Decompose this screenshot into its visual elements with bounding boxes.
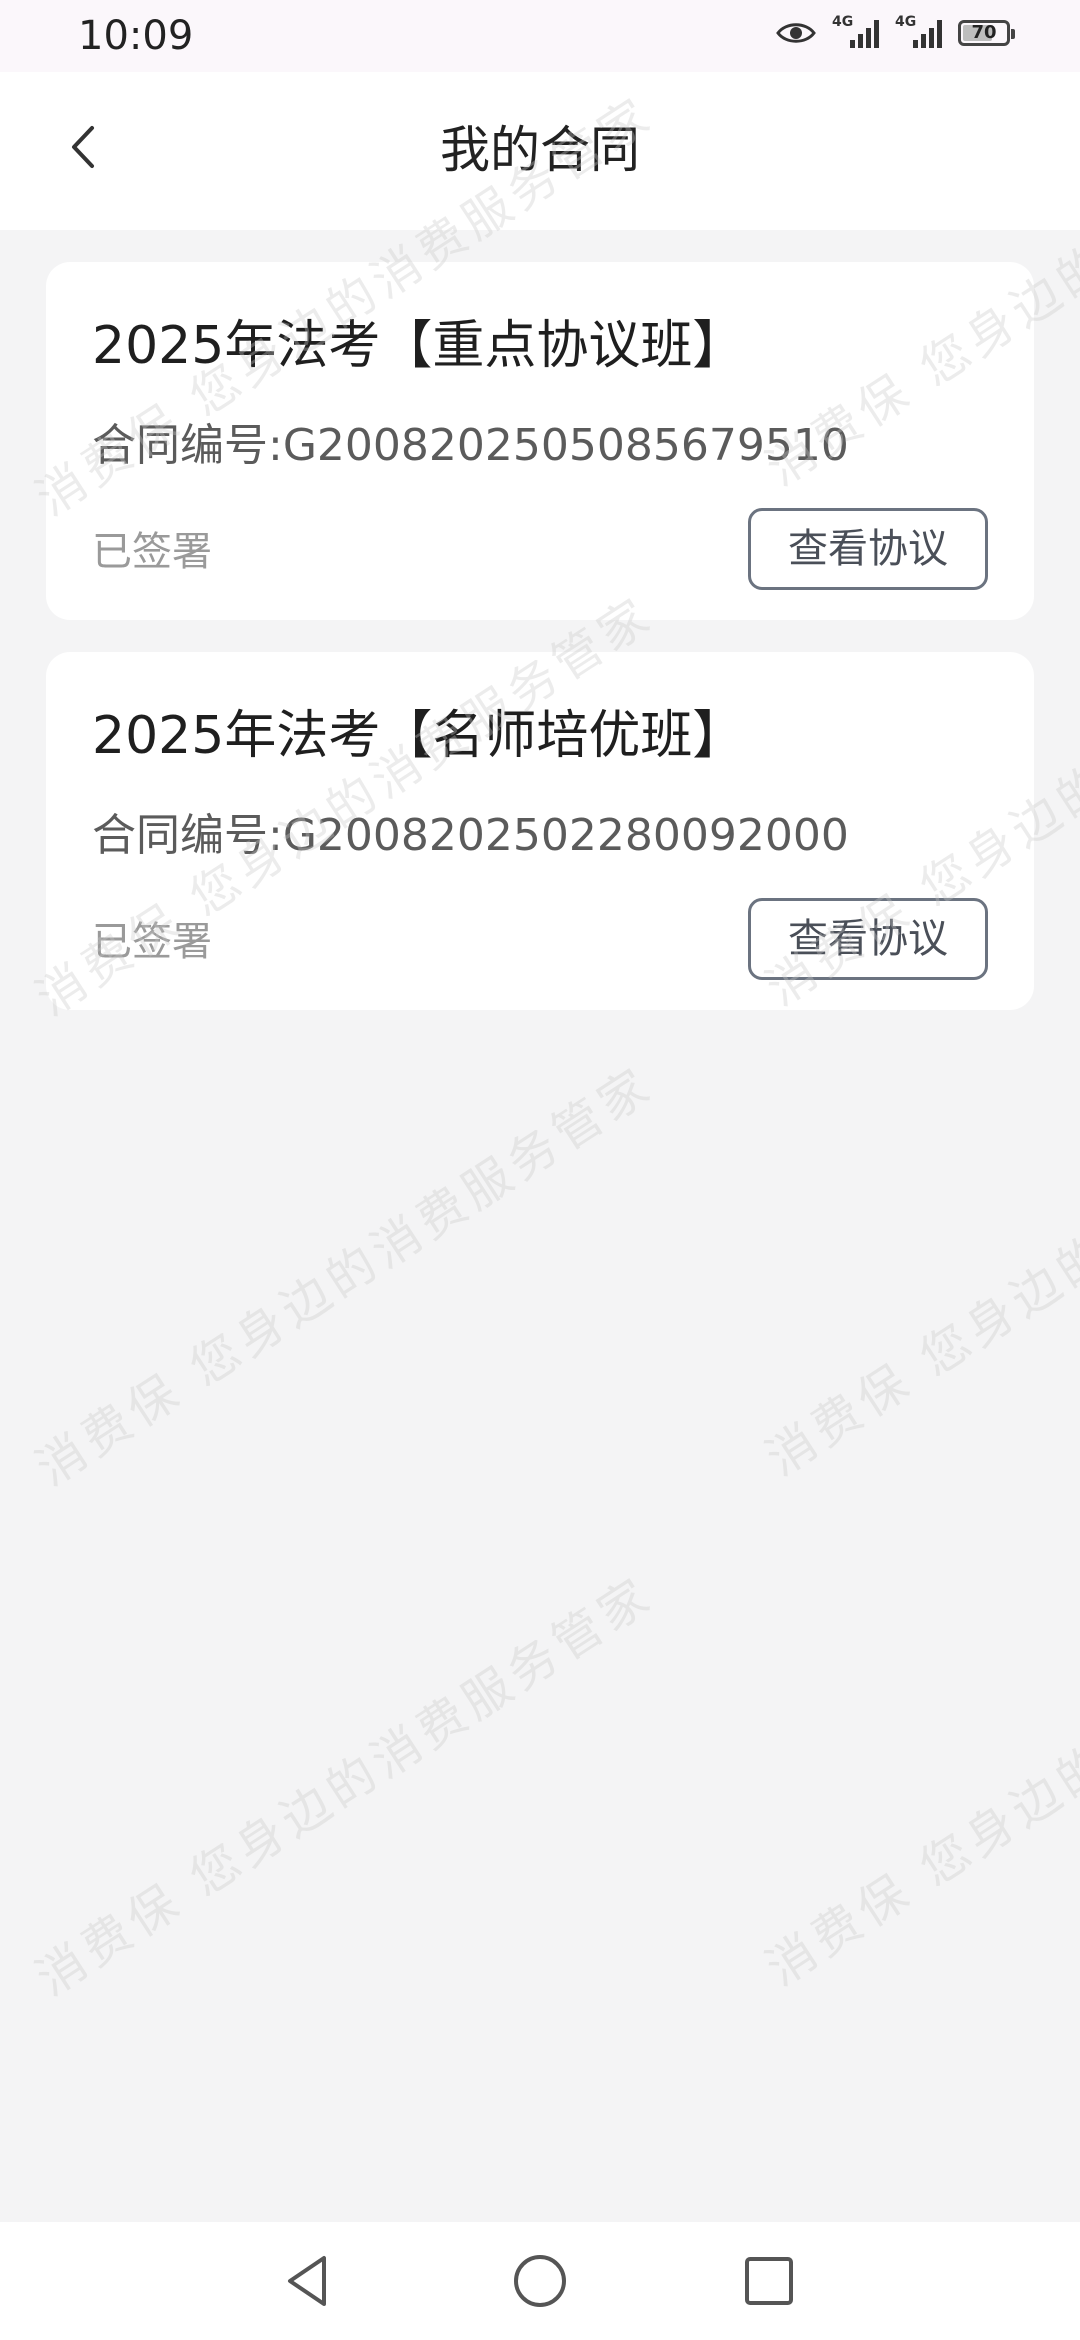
battery-level: 70 xyxy=(971,22,997,43)
nav-home-button[interactable] xyxy=(507,2248,573,2314)
nav-recent-button[interactable] xyxy=(736,2248,802,2314)
eye-icon xyxy=(776,23,816,43)
signal-icon-1: 4G xyxy=(832,14,879,48)
contract-title: 2025年法考【重点协议班】 xyxy=(92,316,745,376)
contract-card: 2025年法考【名师培优班】 合同编号:G2008202502280092000… xyxy=(46,652,1034,1010)
contract-number: 合同编号:G2008202505085679510 xyxy=(92,420,849,471)
status-bar: 10:09 4G 4G 70 xyxy=(0,0,1080,72)
watermark-text: 消费保 您身边的消费服务管家 xyxy=(756,1556,1080,1998)
contract-status: 已签署 xyxy=(92,529,212,575)
triangle-back-icon xyxy=(288,2256,326,2306)
status-time: 10:09 xyxy=(78,13,194,59)
nav-back-button[interactable] xyxy=(276,2248,342,2314)
circle-home-icon xyxy=(514,2255,566,2307)
square-recent-icon xyxy=(745,2257,793,2305)
watermark-text: 消费保 您身边的消费服务管家 xyxy=(26,1056,664,1498)
status-icons: 4G 4G 70 xyxy=(776,14,1015,48)
contract-card: 2025年法考【重点协议班】 合同编号:G2008202505085679510… xyxy=(46,262,1034,620)
signal-icon-2: 4G xyxy=(895,14,942,48)
contract-number: 合同编号:G2008202502280092000 xyxy=(92,810,849,861)
watermark-text: 消费保 您身边的消费服务管家 xyxy=(756,1046,1080,1488)
page-header: 我的合同 xyxy=(0,72,1080,230)
page-title: 我的合同 xyxy=(440,121,640,179)
network-type-label-2: 4G xyxy=(895,14,917,30)
system-nav-bar xyxy=(0,2222,1080,2340)
network-type-label-1: 4G xyxy=(832,14,854,30)
watermark-text: 消费保 您身边的消费服务管家 xyxy=(26,1566,664,2008)
view-agreement-button[interactable]: 查看协议 xyxy=(748,898,988,980)
battery-icon: 70 xyxy=(958,20,1015,46)
contract-status: 已签署 xyxy=(92,919,212,965)
contract-title: 2025年法考【名师培优班】 xyxy=(92,706,745,766)
view-agreement-button[interactable]: 查看协议 xyxy=(748,508,988,590)
